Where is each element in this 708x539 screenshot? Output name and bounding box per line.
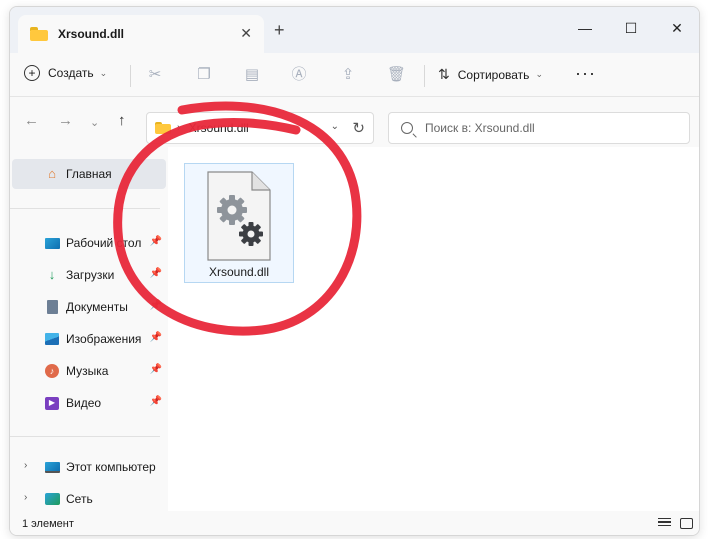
sidebar-item-network[interactable]: › Сеть — [12, 484, 166, 514]
folder-icon — [30, 27, 48, 41]
sidebar-item-pictures[interactable]: Изображения 📌 — [12, 324, 166, 354]
dll-file-icon — [207, 171, 271, 261]
chevron-down-icon: ⌄ — [535, 69, 543, 79]
sidebar-divider — [10, 208, 160, 209]
minimize-button[interactable]: — — [562, 13, 608, 43]
toolbar-divider — [424, 65, 425, 87]
sidebar-item-home[interactable]: ⌂ Главная — [12, 159, 166, 189]
sidebar-divider — [10, 436, 160, 437]
close-icon: ✕ — [671, 19, 683, 36]
search-input[interactable] — [425, 121, 665, 135]
sidebar-item-label: Рабочий стол — [66, 236, 142, 250]
copy-icon[interactable]: ❐ — [195, 66, 213, 84]
rename-icon[interactable]: Ⓐ — [290, 66, 308, 84]
cut-icon[interactable]: ✂ — [146, 66, 164, 84]
search-icon — [401, 122, 413, 134]
sidebar-item-label: Этот компьютер — [66, 460, 156, 474]
pin-icon[interactable]: 📌 — [150, 364, 162, 375]
delete-icon[interactable]: 🗑 — [387, 66, 406, 84]
new-tab-button[interactable]: + — [274, 21, 285, 39]
sidebar-item-label: Изображения — [66, 332, 142, 346]
plus-circle-icon: + — [24, 65, 40, 81]
more-options-button[interactable]: ··· — [575, 63, 596, 84]
tab-title: Xrsound.dll — [58, 27, 124, 41]
recent-chevron-icon[interactable]: ⌄ — [90, 115, 99, 131]
details-view-icon[interactable] — [658, 518, 671, 529]
pin-icon[interactable]: 📌 — [150, 396, 162, 407]
chevron-right-icon[interactable]: › — [24, 492, 27, 503]
chevron-down-icon[interactable]: ⌄ — [331, 121, 339, 132]
network-icon — [44, 491, 60, 507]
create-button[interactable]: + Создать ⌄ — [24, 65, 107, 81]
command-bar: + Создать ⌄ ✂ ❐ ▤ Ⓐ ⇪ 🗑 ⇅ Сортировать ⌄ … — [10, 53, 699, 97]
chevron-right-icon[interactable]: › — [24, 460, 27, 471]
file-name: Xrsound.dll — [208, 265, 270, 279]
chevron-right-icon: › — [177, 122, 181, 134]
share-icon[interactable]: ⇪ — [339, 66, 357, 84]
back-arrow-icon[interactable]: ← — [24, 113, 39, 129]
item-count: 1 элемент — [22, 518, 74, 530]
sort-button[interactable]: ⇅ Сортировать ⌄ — [438, 66, 543, 83]
tab-xrsound[interactable]: Xrsound.dll ✕ — [18, 15, 264, 53]
chevron-down-icon: ⌄ — [99, 67, 108, 78]
sidebar-item-label: Видео — [66, 396, 102, 410]
status-bar: 1 элемент — [10, 511, 699, 535]
music-icon: ♪ — [44, 363, 60, 379]
pin-icon[interactable]: 📌 — [150, 332, 162, 343]
address-row: ← → ⌄ ↑ › Xrsound.dll ⌄ ↻ — [10, 99, 699, 147]
address-bar[interactable]: › Xrsound.dll ⌄ ↻ — [146, 112, 374, 144]
search-box[interactable] — [388, 112, 690, 144]
documents-icon — [44, 299, 60, 315]
sidebar-item-videos[interactable]: ▶ Видео 📌 — [12, 388, 166, 418]
sort-icon: ⇅ — [438, 66, 450, 82]
close-button[interactable]: ✕ — [654, 13, 699, 43]
sidebar-item-music[interactable]: ♪ Музыка 📌 — [12, 356, 166, 386]
maximize-button[interactable]: ☐ — [608, 13, 654, 43]
pin-icon[interactable]: 📌 — [150, 300, 162, 311]
sidebar-item-this-pc[interactable]: › Этот компьютер — [12, 452, 166, 482]
sidebar-item-label: Главная — [66, 167, 112, 181]
title-bar: Xrsound.dll ✕ + — ☐ ✕ — [10, 7, 699, 53]
navigation-pane: ⌂ Главная Рабочий стол 📌 ↓ Загрузки 📌 До… — [10, 147, 168, 511]
explorer-window: Xrsound.dll ✕ + — ☐ ✕ + Создать ⌄ ✂ ❐ ▤ … — [9, 6, 700, 536]
desktop-icon — [44, 235, 60, 251]
sidebar-item-label: Загрузки — [66, 268, 115, 282]
sidebar-item-desktop[interactable]: Рабочий стол 📌 — [12, 228, 166, 258]
file-item[interactable]: Xrsound.dll — [184, 163, 294, 283]
sidebar-item-label: Документы — [66, 300, 128, 314]
paste-icon[interactable]: ▤ — [243, 66, 261, 84]
sidebar-item-documents[interactable]: Документы 📌 — [12, 292, 166, 322]
minimize-icon: — — [578, 20, 592, 36]
create-label: Создать — [48, 66, 94, 80]
downloads-icon: ↓ — [48, 267, 56, 282]
computer-icon — [44, 459, 60, 475]
sidebar-item-downloads[interactable]: ↓ Загрузки 📌 — [12, 260, 166, 290]
sort-label: Сортировать — [457, 67, 530, 82]
pin-icon[interactable]: 📌 — [150, 268, 162, 279]
address-path: Xrsound.dll — [188, 121, 249, 135]
file-list: Xrsound.dll — [168, 147, 699, 511]
sidebar-item-label: Сеть — [66, 492, 93, 506]
up-arrow-icon[interactable]: ↑ — [118, 113, 126, 129]
tiles-view-icon[interactable] — [680, 518, 693, 529]
tab-close-icon[interactable]: ✕ — [240, 26, 252, 40]
pin-icon[interactable]: 📌 — [150, 236, 162, 247]
folder-icon — [155, 122, 171, 134]
toolbar-divider — [130, 65, 131, 87]
pictures-icon — [44, 331, 60, 347]
home-icon: ⌂ — [48, 166, 56, 181]
videos-icon: ▶ — [44, 395, 60, 411]
maximize-icon: ☐ — [624, 19, 638, 36]
sidebar-item-label: Музыка — [66, 364, 109, 378]
refresh-icon[interactable]: ↻ — [352, 119, 365, 137]
forward-arrow-icon[interactable]: → — [58, 113, 73, 129]
